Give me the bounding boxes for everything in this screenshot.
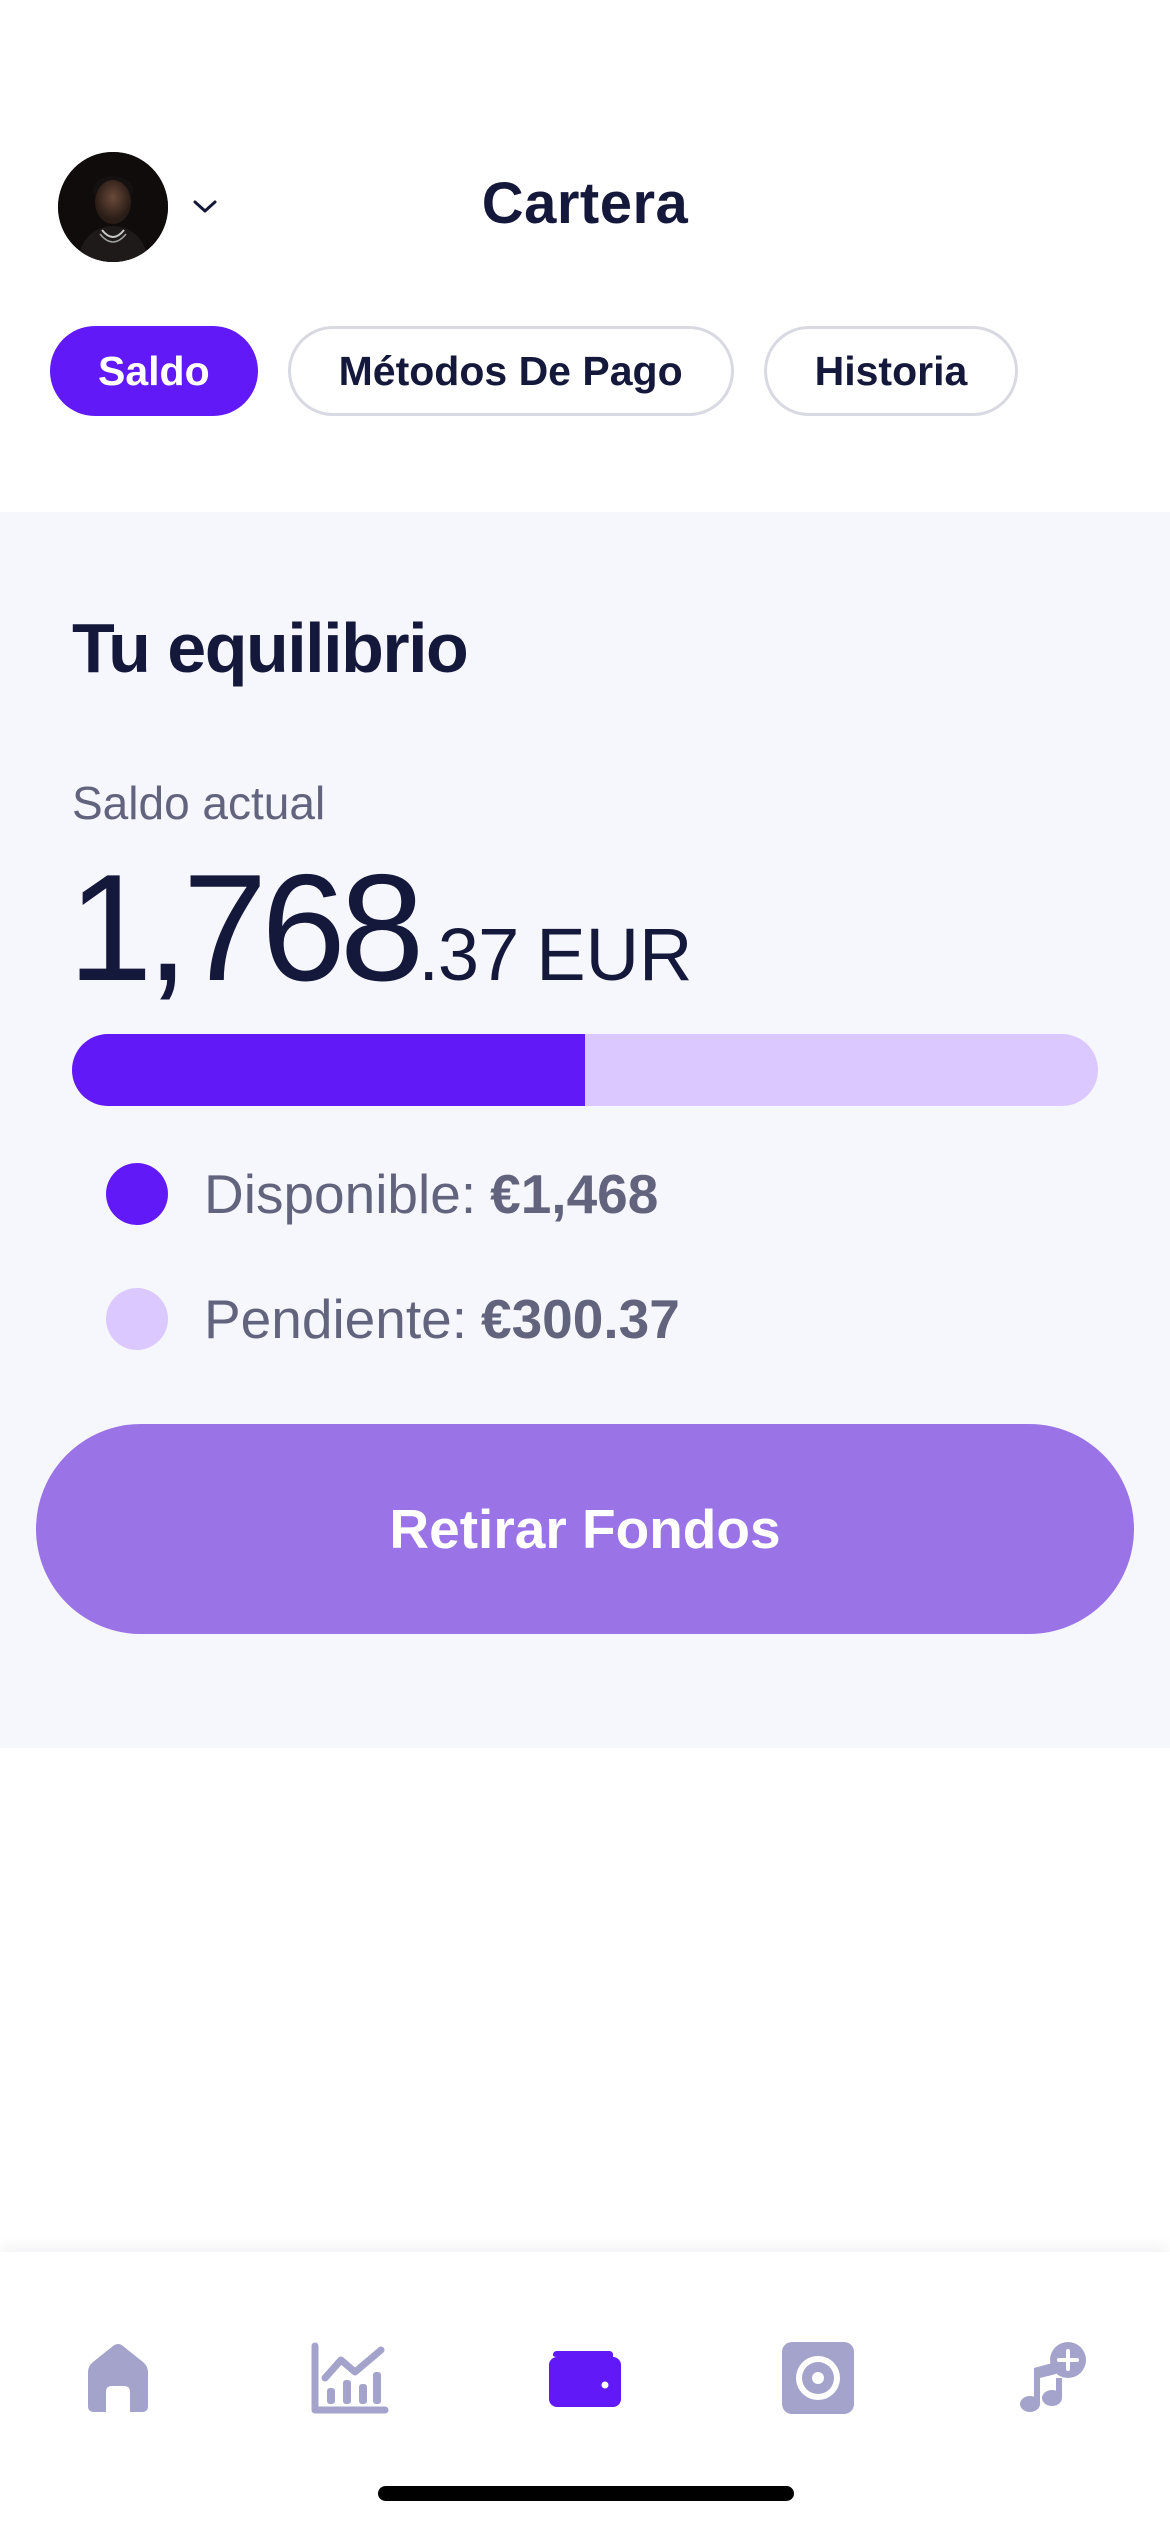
tab-history[interactable]: Historia [763,326,1019,416]
tab-saldo[interactable]: Saldo [50,326,258,416]
app-header: Cartera [0,0,1170,300]
available-value: €1,468 [490,1163,659,1225]
wallet-tabs: Saldo Métodos De Pago Historia [50,326,1019,416]
nav-home[interactable] [70,2332,166,2428]
nav-analytics[interactable] [302,2332,398,2428]
balance-integer: 1,768 [68,843,424,1013]
add-music-icon [1012,2340,1088,2421]
balance-panel: Tu equilibrio Saldo actual 1,768.37 EUR D… [0,512,1170,1748]
pending-legend: Pendiente: €300.37 [106,1287,680,1351]
pending-value: €300.37 [481,1288,680,1350]
nav-records[interactable] [770,2332,866,2428]
page-title: Cartera [481,171,689,236]
tab-payment-methods[interactable]: Métodos De Pago [287,326,734,416]
available-legend: Disponible: €1,468 [106,1162,658,1226]
balance-progress-bar [72,1034,1098,1106]
analytics-chart-icon [311,2342,389,2419]
home-icon [80,2342,156,2419]
balance-currency: EUR [536,913,693,996]
nav-wallet[interactable] [537,2332,633,2428]
wallet-icon [547,2347,623,2414]
current-balance-label: Saldo actual [72,777,326,829]
available-dot [106,1163,168,1225]
available-label: Disponible: [204,1163,477,1225]
available-progress-fill [72,1034,585,1106]
record-disc-icon [780,2340,856,2421]
nav-add-music[interactable] [1002,2332,1098,2428]
pending-dot [106,1288,168,1350]
balance-decimal: .37 [418,913,519,996]
pending-label: Pendiente: [204,1288,467,1350]
withdraw-funds-button[interactable]: Retirar Fondos [36,1424,1134,1634]
current-balance-amount: 1,768.37 EUR [68,852,693,1004]
home-indicator [378,2486,794,2501]
balance-section-title: Tu equilibrio [72,609,469,687]
